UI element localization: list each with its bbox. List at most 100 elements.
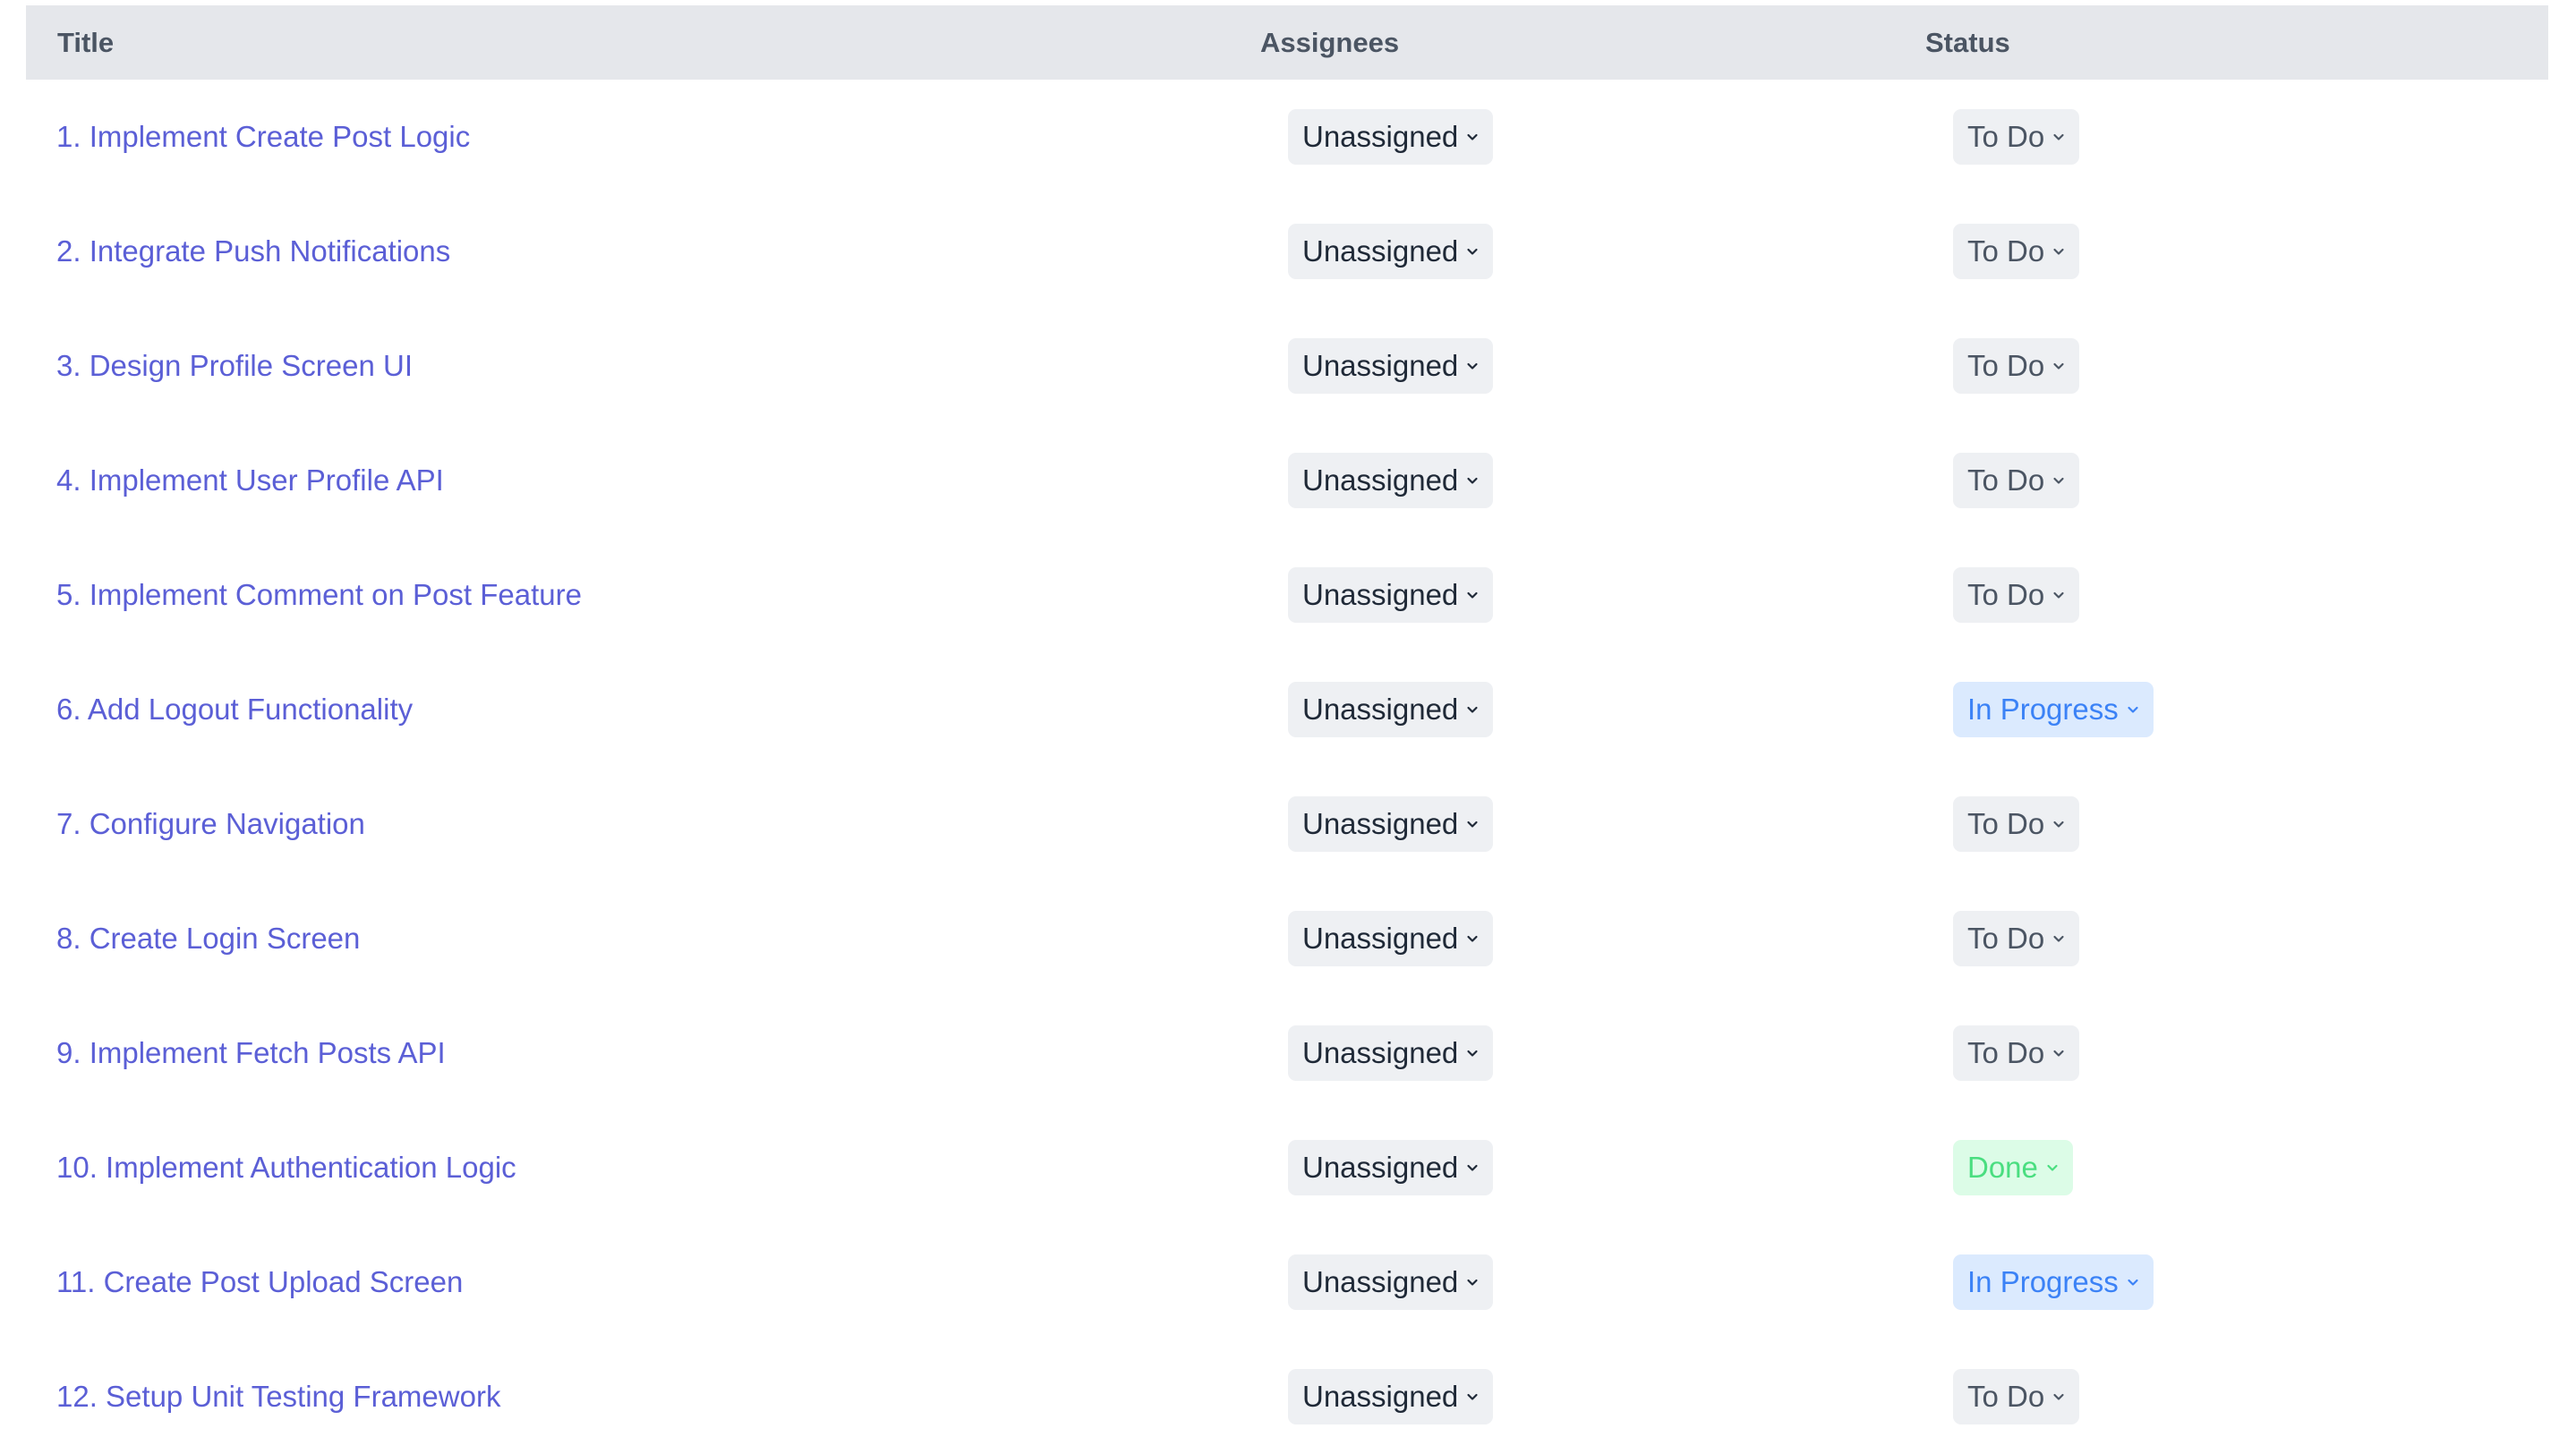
status-label: Done bbox=[1967, 1151, 2038, 1184]
assignee-dropdown[interactable]: Unassigned bbox=[1288, 1140, 1494, 1195]
assignee-label: Unassigned bbox=[1302, 807, 1459, 840]
chevron-down-icon bbox=[1465, 1161, 1480, 1175]
status-label: To Do bbox=[1967, 349, 2045, 382]
status-label: To Do bbox=[1967, 234, 2045, 268]
status-dropdown[interactable]: In Progress bbox=[1953, 1254, 2154, 1310]
status-label: To Do bbox=[1967, 463, 2045, 497]
assignee-dropdown[interactable]: Unassigned bbox=[1288, 453, 1494, 508]
status-dropdown[interactable]: To Do bbox=[1953, 224, 2080, 279]
status-dropdown[interactable]: To Do bbox=[1953, 453, 2080, 508]
chevron-down-icon bbox=[1465, 1275, 1480, 1289]
table-header: Title Assignees Status bbox=[26, 5, 2548, 80]
table-row: 6. Add Logout Functionality Unassigned In … bbox=[26, 652, 2548, 767]
chevron-down-icon bbox=[2126, 1275, 2140, 1289]
chevron-down-icon bbox=[1465, 702, 1480, 717]
table-body: 1. Implement Create Post Logic Unassigned… bbox=[26, 80, 2548, 1454]
task-title-link[interactable]: 4. Implement User Profile API bbox=[56, 423, 444, 538]
status-label: To Do bbox=[1967, 1380, 2045, 1413]
status-label: In Progress bbox=[1967, 1265, 2119, 1298]
chevron-down-icon bbox=[2051, 359, 2066, 373]
assignee-dropdown[interactable]: Unassigned bbox=[1288, 911, 1494, 966]
task-title-link[interactable]: 12. Setup Unit Testing Framework bbox=[56, 1339, 500, 1454]
status-dropdown[interactable]: In Progress bbox=[1953, 682, 2154, 737]
status-label: To Do bbox=[1967, 1036, 2045, 1069]
chevron-down-icon bbox=[2051, 473, 2066, 488]
task-title-link[interactable]: 9. Implement Fetch Posts API bbox=[56, 996, 446, 1110]
assignee-label: Unassigned bbox=[1302, 578, 1459, 611]
chevron-down-icon bbox=[2051, 817, 2066, 831]
chevron-down-icon bbox=[1465, 817, 1480, 831]
column-header-status: Status bbox=[1925, 27, 2010, 58]
table-row: 9. Implement Fetch Posts API Unassigned To… bbox=[26, 996, 2548, 1110]
chevron-down-icon bbox=[1465, 588, 1480, 602]
assignee-dropdown[interactable]: Unassigned bbox=[1288, 567, 1494, 623]
assignee-label: Unassigned bbox=[1302, 693, 1459, 726]
column-header-title: Title bbox=[57, 27, 115, 58]
assignee-label: Unassigned bbox=[1302, 463, 1459, 497]
chevron-down-icon bbox=[2051, 244, 2066, 259]
assignee-label: Unassigned bbox=[1302, 1380, 1459, 1413]
table-row: 5. Implement Comment on Post Feature Unas… bbox=[26, 538, 2548, 652]
task-title-link[interactable]: 6. Add Logout Functionality bbox=[56, 652, 413, 767]
table-row: 11. Create Post Upload Screen Unassigned I… bbox=[26, 1225, 2548, 1339]
assignee-label: Unassigned bbox=[1302, 1265, 1459, 1298]
status-dropdown[interactable]: To Do bbox=[1953, 1025, 2080, 1081]
status-dropdown[interactable]: Done bbox=[1953, 1140, 2073, 1195]
assignee-dropdown[interactable]: Unassigned bbox=[1288, 796, 1494, 852]
assignee-label: Unassigned bbox=[1302, 120, 1459, 153]
status-dropdown[interactable]: To Do bbox=[1953, 338, 2080, 394]
status-label: To Do bbox=[1967, 807, 2045, 840]
assignee-label: Unassigned bbox=[1302, 922, 1459, 955]
assignee-dropdown[interactable]: Unassigned bbox=[1288, 1254, 1494, 1310]
assignee-dropdown[interactable]: Unassigned bbox=[1288, 109, 1494, 165]
assignee-label: Unassigned bbox=[1302, 349, 1459, 382]
assignee-dropdown[interactable]: Unassigned bbox=[1288, 1369, 1494, 1424]
assignee-label: Unassigned bbox=[1302, 1036, 1459, 1069]
chevron-down-icon bbox=[2045, 1161, 2060, 1175]
chevron-down-icon bbox=[1465, 931, 1480, 946]
status-dropdown[interactable]: To Do bbox=[1953, 567, 2080, 623]
table-row: 4. Implement User Profile API Unassigned T… bbox=[26, 423, 2548, 538]
chevron-down-icon bbox=[1465, 359, 1480, 373]
status-dropdown[interactable]: To Do bbox=[1953, 109, 2080, 165]
task-title-link[interactable]: 1. Implement Create Post Logic bbox=[56, 80, 470, 194]
table-row: 2. Integrate Push Notifications Unassigne… bbox=[26, 194, 2548, 309]
task-title-link[interactable]: 5. Implement Comment on Post Feature bbox=[56, 538, 582, 652]
assignee-dropdown[interactable]: Unassigned bbox=[1288, 338, 1494, 394]
chevron-down-icon bbox=[2051, 1046, 2066, 1060]
chevron-down-icon bbox=[2051, 130, 2066, 144]
table-row: 12. Setup Unit Testing Framework Unassign… bbox=[26, 1339, 2548, 1454]
chevron-down-icon bbox=[2051, 931, 2066, 946]
task-title-link[interactable]: 8. Create Login Screen bbox=[56, 881, 360, 996]
table-row: 8. Create Login Screen Unassigned To Do bbox=[26, 881, 2548, 996]
chevron-down-icon bbox=[1465, 244, 1480, 259]
table-row: 10. Implement Authentication Logic Unassi… bbox=[26, 1110, 2548, 1225]
chevron-down-icon bbox=[2051, 588, 2066, 602]
task-title-link[interactable]: 11. Create Post Upload Screen bbox=[56, 1225, 463, 1339]
assignee-label: Unassigned bbox=[1302, 234, 1459, 268]
status-dropdown[interactable]: To Do bbox=[1953, 796, 2080, 852]
table-row: 3. Design Profile Screen UI Unassigned To … bbox=[26, 309, 2548, 423]
assignee-dropdown[interactable]: Unassigned bbox=[1288, 682, 1494, 737]
chevron-down-icon bbox=[1465, 1390, 1480, 1404]
task-table: Title Assignees Status 1. Implement Crea… bbox=[26, 5, 2548, 1454]
table-row: 1. Implement Create Post Logic Unassigned… bbox=[26, 80, 2548, 194]
chevron-down-icon bbox=[2126, 702, 2140, 717]
status-dropdown[interactable]: To Do bbox=[1953, 911, 2080, 966]
chevron-down-icon bbox=[1465, 130, 1480, 144]
task-title-link[interactable]: 10. Implement Authentication Logic bbox=[56, 1110, 516, 1225]
task-title-link[interactable]: 2. Integrate Push Notifications bbox=[56, 194, 450, 309]
assignee-dropdown[interactable]: Unassigned bbox=[1288, 1025, 1494, 1081]
assignee-dropdown[interactable]: Unassigned bbox=[1288, 224, 1494, 279]
table-row: 7. Configure Navigation Unassigned To Do bbox=[26, 767, 2548, 881]
column-header-assignees: Assignees bbox=[1260, 27, 1400, 58]
status-label: To Do bbox=[1967, 922, 2045, 955]
status-label: To Do bbox=[1967, 120, 2045, 153]
chevron-down-icon bbox=[2051, 1390, 2066, 1404]
assignee-label: Unassigned bbox=[1302, 1151, 1459, 1184]
status-label: In Progress bbox=[1967, 693, 2119, 726]
task-title-link[interactable]: 7. Configure Navigation bbox=[56, 767, 365, 881]
status-label: To Do bbox=[1967, 578, 2045, 611]
status-dropdown[interactable]: To Do bbox=[1953, 1369, 2080, 1424]
task-title-link[interactable]: 3. Design Profile Screen UI bbox=[56, 309, 413, 423]
